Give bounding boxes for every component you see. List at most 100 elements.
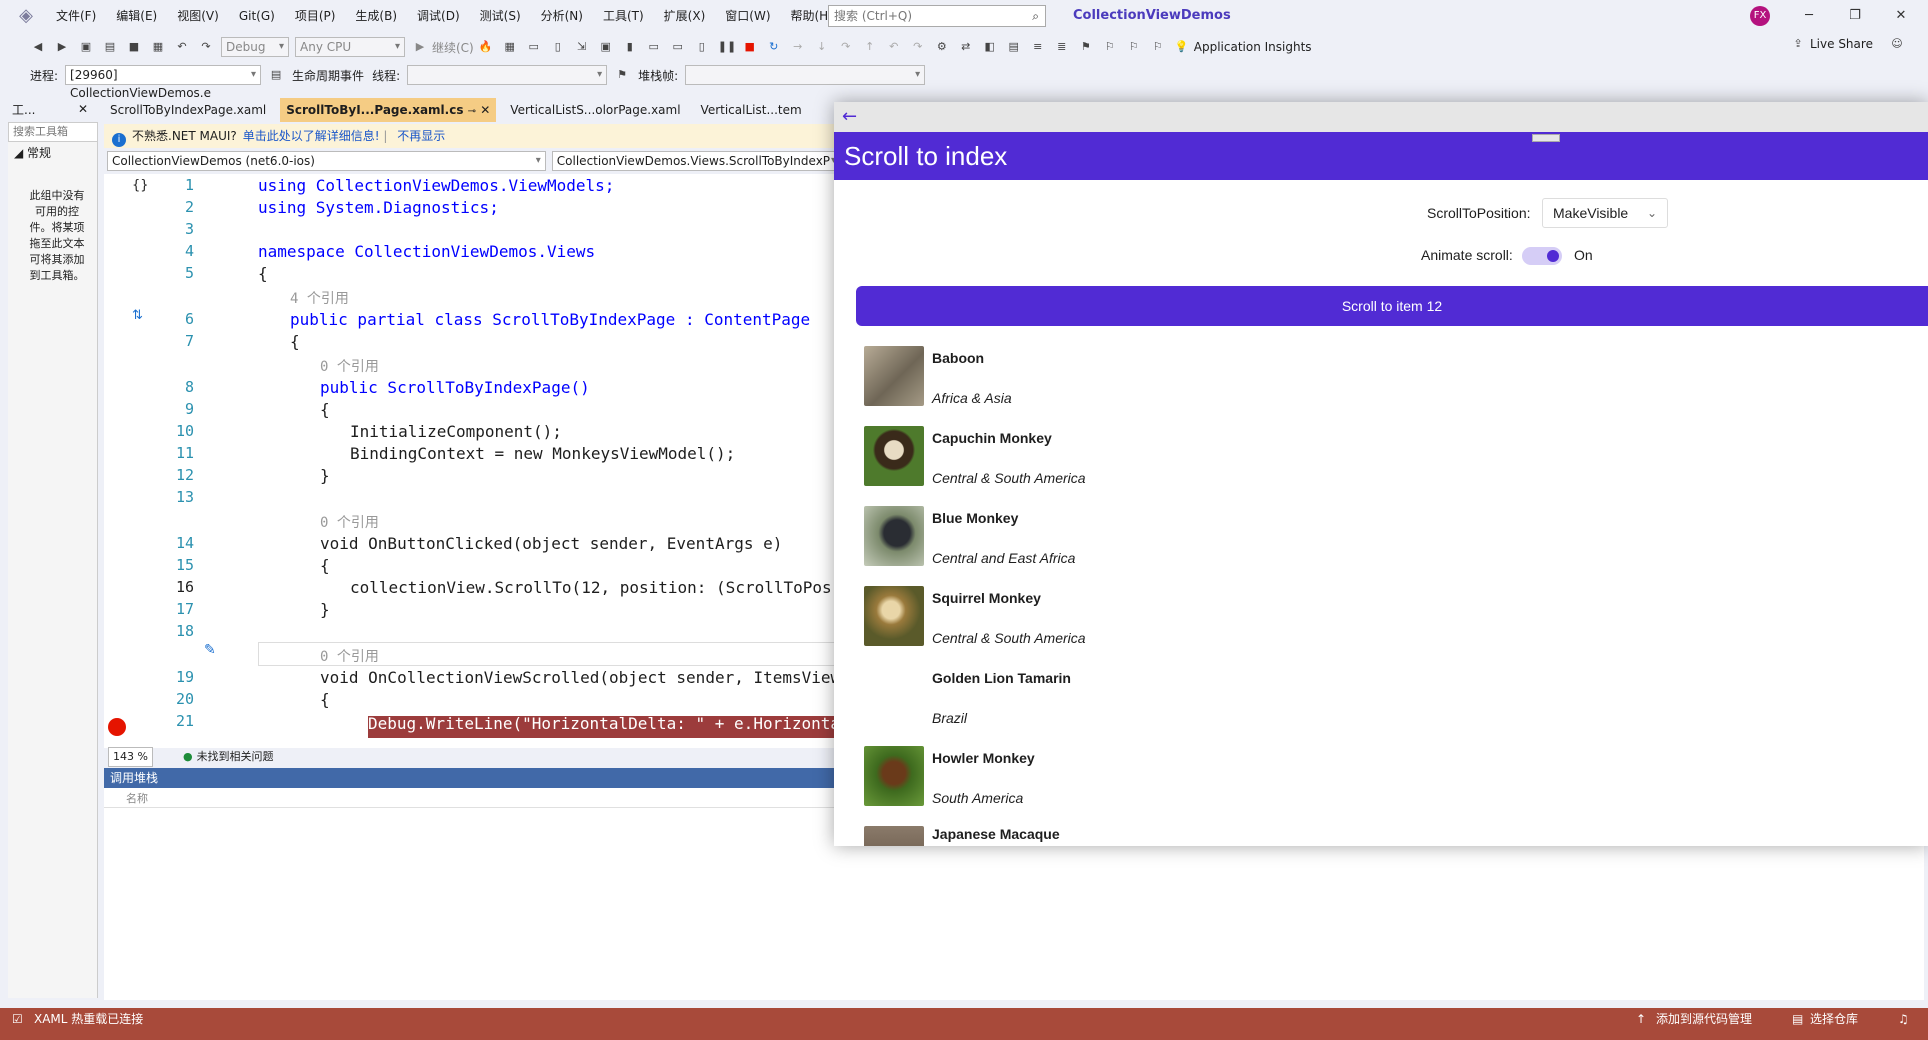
debug-toolbar-grip-icon[interactable] <box>1532 134 1560 142</box>
window-icon[interactable]: ▭ <box>646 39 662 55</box>
platform-dropdown[interactable]: Any CPU <box>295 37 405 57</box>
terminal-icon[interactable]: ▮ <box>622 39 638 55</box>
menu-tools[interactable]: 工具(T) <box>593 0 654 32</box>
codelens-references[interactable]: 4 个引用 <box>290 288 349 308</box>
global-search-input[interactable]: 搜索 (Ctrl+Q) ⌕ <box>828 5 1046 27</box>
add-to-source-control-button[interactable]: 添加到源代码管理 <box>1656 1008 1752 1030</box>
show-next-statement-icon[interactable]: → <box>790 39 806 55</box>
thread-dropdown[interactable] <box>407 65 608 85</box>
scroll-to-item-button[interactable]: Scroll to item 12 <box>856 286 1928 326</box>
undo2-icon[interactable]: ↶ <box>886 39 902 55</box>
list-item[interactable]: Baboon Africa & Asia <box>864 346 1924 426</box>
redo2-icon[interactable]: ↷ <box>910 39 926 55</box>
back-arrow-icon[interactable]: ← <box>842 106 857 127</box>
back-icon[interactable]: ◀ <box>30 39 46 55</box>
bookmark-next-icon[interactable]: ⚐ <box>1126 39 1142 55</box>
bookmark-prev-icon[interactable]: ⚐ <box>1102 39 1118 55</box>
avatar[interactable]: FX <box>1750 6 1770 26</box>
pause-icon[interactable]: ❚❚ <box>718 39 736 55</box>
code-editor[interactable]: {} ⇅ ✎ 1 2 3 4 5 6 7 8 9 10 11 12 13 14 … <box>104 174 844 748</box>
device-icon[interactable]: ▯ <box>550 39 566 55</box>
list-item[interactable]: Golden Lion Tamarin Brazil <box>864 666 1924 746</box>
bookmark-icon[interactable]: ⚑ <box>1078 39 1094 55</box>
list-item[interactable]: Squirrel Monkey Central & South America <box>864 586 1924 666</box>
restart-icon[interactable]: ↻ <box>766 39 782 55</box>
codelens-references[interactable]: 0 个引用 <box>320 356 379 376</box>
list-item[interactable]: Blue Monkey Central and East Africa <box>864 506 1924 586</box>
minimize-icon[interactable]: ─ <box>1786 0 1832 32</box>
menu-analyze[interactable]: 分析(N) <box>531 0 593 32</box>
close-icon[interactable]: ✕ <box>1878 0 1924 32</box>
tree-icon[interactable]: ▤ <box>1006 39 1022 55</box>
feedback-icon[interactable]: ☺ <box>1889 36 1905 52</box>
forward-icon[interactable]: ▶ <box>54 39 70 55</box>
lightbulb-icon[interactable]: 💡 <box>1174 39 1190 55</box>
stack-frame-dropdown[interactable] <box>685 65 926 85</box>
dont-show-again-link[interactable]: 不再显示 <box>397 129 445 143</box>
menu-build[interactable]: 生成(B) <box>345 0 407 32</box>
layout-icon[interactable]: ▭ <box>526 39 542 55</box>
hot-reload-icon[interactable]: 🔥 <box>478 39 494 55</box>
configuration-dropdown[interactable]: Debug <box>221 37 289 57</box>
bookmark-clear-icon[interactable]: ⚐ <box>1150 39 1166 55</box>
screenshot-icon[interactable]: ▣ <box>598 39 614 55</box>
profiler-icon[interactable]: ⚙ <box>934 39 950 55</box>
live-share-button[interactable]: Live Share <box>1810 37 1873 51</box>
save-icon[interactable]: ■ <box>126 39 142 55</box>
pin-tab-icon[interactable]: ⊸ <box>468 106 476 117</box>
step-icon[interactable]: ⇲ <box>574 39 590 55</box>
debug-target-icon[interactable]: ▦ <box>502 39 518 55</box>
tab-scrolltobyindexpage-cs[interactable]: ScrollToByI...Page.xaml.cs ⊸ ✕ <box>280 98 497 122</box>
new-project-icon[interactable]: ▣ <box>78 39 94 55</box>
scroll-position-picker[interactable]: MakeVisible ⌄ <box>1542 198 1668 228</box>
tab-scrolltobyindexpage-xaml[interactable]: ScrollToByIndexPage.xaml <box>104 98 272 122</box>
zoom-dropdown[interactable]: 143 % <box>108 747 153 767</box>
tab-verticallist-item[interactable]: VerticalList...tem <box>695 98 808 122</box>
uncomment-icon[interactable]: ≣ <box>1054 39 1070 55</box>
quick-actions-icon[interactable]: {} <box>132 178 149 193</box>
menu-project[interactable]: 项目(P) <box>285 0 346 32</box>
codelens-icon[interactable]: ⇅ <box>132 308 143 323</box>
project-dropdown[interactable]: CollectionViewDemos (net6.0-ios) <box>107 151 546 171</box>
visual-studio-logo-icon[interactable]: ◈ <box>14 6 38 26</box>
step-into-icon[interactable]: ↓ <box>814 39 830 55</box>
menu-window[interactable]: 窗口(W) <box>715 0 780 32</box>
undo-icon[interactable]: ↶ <box>174 39 190 55</box>
codelens-references[interactable]: 0 个引用 <box>320 512 379 532</box>
issues-status[interactable]: 未找到相关问题 <box>197 748 274 766</box>
continue-button[interactable]: 继续(C) <box>432 39 474 56</box>
codelens-references[interactable]: 0 个引用 <box>320 646 379 666</box>
open-folder-icon[interactable]: ▤ <box>102 39 118 55</box>
list-item[interactable]: Howler Monkey South America <box>864 746 1924 826</box>
filter-icon[interactable]: ⚑ <box>614 67 630 83</box>
comment-icon[interactable]: ≡ <box>1030 39 1046 55</box>
stop-icon[interactable]: ■ <box>742 39 758 55</box>
edit-pen-icon[interactable]: ✎ <box>204 642 216 658</box>
step-out-icon[interactable]: ↑ <box>862 39 878 55</box>
menu-edit[interactable]: 编辑(E) <box>106 0 167 32</box>
menu-debug[interactable]: 调试(D) <box>407 0 470 32</box>
notifications-icon[interactable]: ♫ <box>1898 1008 1909 1030</box>
breakpoint-icon[interactable] <box>108 718 126 736</box>
list-item[interactable]: Capuchin Monkey Central & South America <box>864 426 1924 506</box>
menu-file[interactable]: 文件(F) <box>46 0 106 32</box>
monitor-icon[interactable]: ▭ <box>670 39 686 55</box>
tab-verticallist-color-xaml[interactable]: VerticalListS...olorPage.xaml <box>504 98 686 122</box>
tablet-icon[interactable]: ▯ <box>694 39 710 55</box>
application-insights-button[interactable]: Application Insights <box>1194 40 1312 54</box>
save-all-icon[interactable]: ▦ <box>150 39 166 55</box>
hot-reload-status[interactable]: XAML 热重载已连接 <box>34 1008 143 1030</box>
select-repository-button[interactable]: 选择仓库 <box>1810 1008 1858 1030</box>
animate-scroll-toggle[interactable] <box>1522 247 1562 265</box>
type-dropdown[interactable]: CollectionViewDemos.Views.ScrollToByInde… <box>551 151 841 171</box>
menu-git[interactable]: Git(G) <box>229 0 285 32</box>
menu-extensions[interactable]: 扩展(X) <box>654 0 716 32</box>
restore-icon[interactable]: ❐ <box>1832 0 1878 32</box>
inspect-icon[interactable]: ◧ <box>982 39 998 55</box>
step-over-icon[interactable]: ↷ <box>838 39 854 55</box>
menu-test[interactable]: 测试(S) <box>470 0 531 32</box>
lifecycle-events-dropdown[interactable]: 生命周期事件 <box>292 67 364 84</box>
pin-icon[interactable]: ✕ <box>78 102 88 116</box>
learn-more-link[interactable]: 单击此处以了解详细信息! <box>243 129 380 143</box>
toolbox-group-general[interactable]: ◢ 常规 <box>8 144 98 162</box>
